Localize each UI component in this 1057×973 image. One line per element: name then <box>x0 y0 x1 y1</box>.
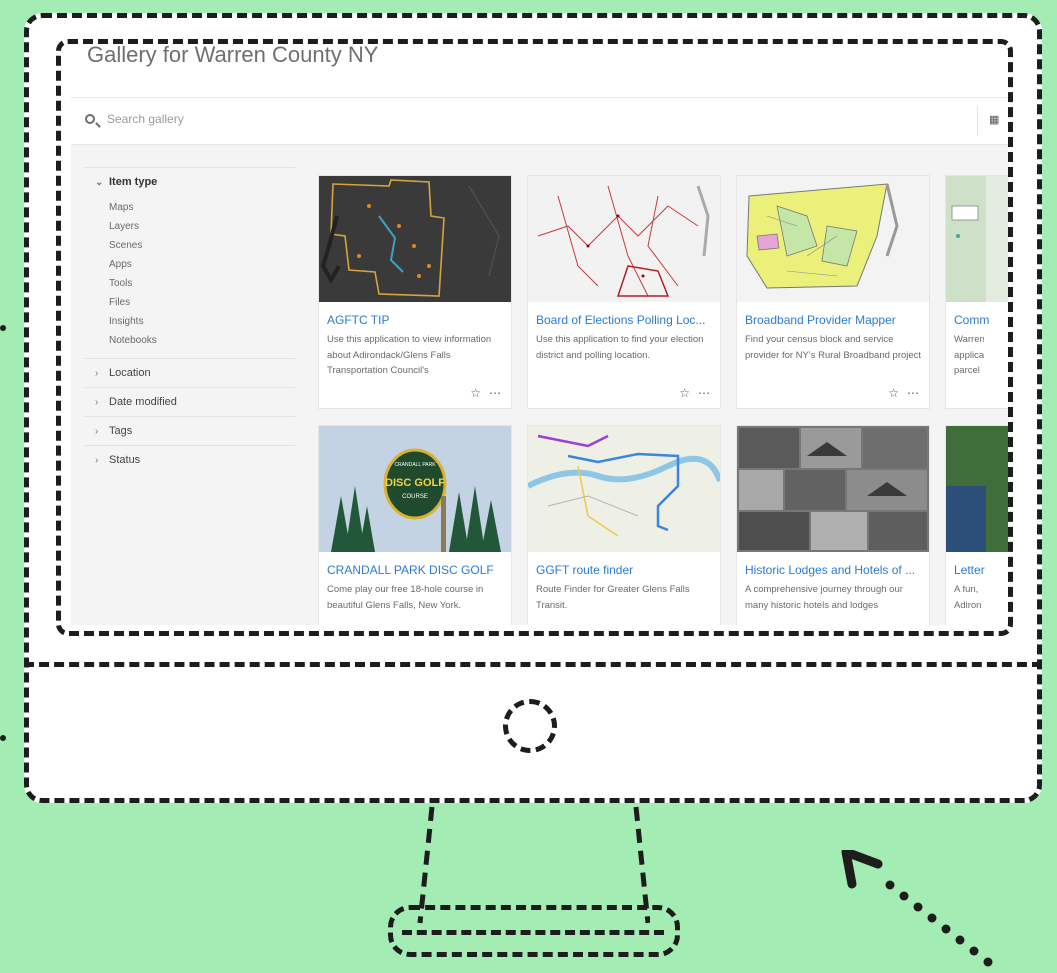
card-thumbnail[interactable]: CRANDALL PARK DISC GOLF COURSE <box>319 426 511 552</box>
card-description: Use this application to view information… <box>327 334 492 376</box>
card-description: Come play our free 18-hole course in bea… <box>327 584 484 611</box>
filter-option-maps[interactable]: Maps <box>109 198 295 217</box>
filter-toggle-date-modified[interactable]: › Date modified <box>85 388 295 416</box>
gallery-content: ⌄ Item type Maps Layers Scenes Apps Tools… <box>71 145 1008 625</box>
card-thumbnail[interactable] <box>737 176 929 302</box>
monitor-screen: Gallery for Warren County NY Search gall… <box>56 39 1013 636</box>
logo-sub-text: COURSE <box>402 494 428 500</box>
gallery-card[interactable]: Historic Lodges and Hotels of ... A comp… <box>737 426 929 625</box>
card-title[interactable]: Historic Lodges and Hotels of ... <box>745 563 923 577</box>
card-thumbnail[interactable] <box>319 176 511 302</box>
gallery-card[interactable]: Broadband Provider Mapper Find your cens… <box>737 176 929 408</box>
historic-photos-thumbnail <box>737 426 929 552</box>
chevron-right-icon: › <box>95 397 99 408</box>
card-title[interactable]: GGFT route finder <box>536 563 714 577</box>
filter-option-insights[interactable]: Insights <box>109 312 295 331</box>
chevron-right-icon: › <box>95 455 99 466</box>
more-options-icon[interactable]: ⋯ <box>489 386 501 400</box>
gallery-card[interactable]: Comm Warren applica parcel <box>946 176 1008 408</box>
decorative-dot <box>0 325 6 331</box>
dark-map-thumbnail <box>319 176 511 302</box>
polling-map-thumbnail <box>528 176 720 302</box>
chevron-right-icon: › <box>95 426 99 437</box>
card-description: A comprehensive journey through our many… <box>745 584 903 611</box>
filter-label: Location <box>109 367 151 379</box>
photo-thumbnail <box>946 426 1008 552</box>
search-icon <box>85 114 95 124</box>
card-thumbnail[interactable] <box>737 426 929 552</box>
logo-main-text: DISC GOLF <box>385 477 445 489</box>
filter-label: Status <box>109 454 141 466</box>
disc-golf-thumbnail: CRANDALL PARK DISC GOLF COURSE <box>319 426 511 552</box>
search-input[interactable]: Search gallery <box>107 112 184 126</box>
gallery-card[interactable]: AGFTC TIP Use this application to view i… <box>319 176 511 408</box>
filter-label: Date modified <box>109 396 177 408</box>
card-description: Warren applica parcel <box>954 334 984 376</box>
divider <box>977 106 978 136</box>
filter-option-notebooks[interactable]: Notebooks <box>109 331 295 350</box>
card-description: Find your census block and service provi… <box>745 334 922 361</box>
decorative-dot <box>0 735 6 741</box>
filter-label: Tags <box>109 425 133 437</box>
card-thumbnail[interactable] <box>528 176 720 302</box>
card-thumbnail[interactable] <box>528 426 720 552</box>
gallery-card[interactable]: Letter A fun, Adiron <box>946 426 1008 625</box>
star-icon[interactable]: ☆ <box>679 386 690 400</box>
grid-view-icon[interactable]: ▦ <box>989 114 1001 126</box>
card-title[interactable]: Letter <box>954 563 1008 577</box>
more-options-icon[interactable]: ⋯ <box>907 386 919 400</box>
parcel-map-thumbnail <box>946 176 1008 302</box>
card-thumbnail[interactable] <box>946 176 1008 302</box>
filter-option-files[interactable]: Files <box>109 293 295 312</box>
filter-label: Item type <box>109 176 158 188</box>
gallery-card[interactable]: Board of Elections Polling Loc... Use th… <box>528 176 720 408</box>
monitor-foot-line <box>402 930 664 935</box>
filter-toggle-status[interactable]: › Status <box>85 446 295 474</box>
card-thumbnail[interactable] <box>946 426 1008 552</box>
gallery-card[interactable]: GGFT route finder Route Finder for Great… <box>528 426 720 625</box>
logo-top-text: CRANDALL PARK <box>394 462 436 468</box>
star-icon[interactable]: ☆ <box>470 386 481 400</box>
route-map-thumbnail <box>528 426 720 552</box>
card-title[interactable]: Broadband Provider Mapper <box>745 313 923 327</box>
filter-option-layers[interactable]: Layers <box>109 217 295 236</box>
gallery-card[interactable]: CRANDALL PARK DISC GOLF COURSE CRANDALL … <box>319 426 511 625</box>
page-title: Gallery for Warren County NY <box>87 42 379 67</box>
card-title[interactable]: Comm <box>954 313 1008 327</box>
card-description: Route Finder for Greater Glens Falls Tra… <box>536 584 690 611</box>
chevron-right-icon: › <box>95 368 99 379</box>
more-options-icon[interactable]: ⋯ <box>698 386 710 400</box>
filter-option-tools[interactable]: Tools <box>109 274 295 293</box>
card-description: Use this application to find your electi… <box>536 334 704 361</box>
dotted-arrow-icon <box>841 850 993 967</box>
filter-item-type: ⌄ Item type Maps Layers Scenes Apps Tools… <box>85 167 295 358</box>
monitor-camera-icon <box>503 699 557 753</box>
search-bar[interactable]: Search gallery ▦ <box>71 97 1008 145</box>
broadband-map-thumbnail <box>737 176 929 302</box>
filter-option-scenes[interactable]: Scenes <box>109 236 295 255</box>
filter-option-apps[interactable]: Apps <box>109 255 295 274</box>
chevron-down-icon: ⌄ <box>95 177 104 188</box>
monitor-bezel-line <box>24 662 1042 667</box>
star-icon[interactable]: ☆ <box>888 386 899 400</box>
filter-toggle-location[interactable]: › Location <box>85 359 295 387</box>
card-title[interactable]: AGFTC TIP <box>327 313 505 327</box>
filter-panel: ⌄ Item type Maps Layers Scenes Apps Tools… <box>85 167 295 474</box>
filter-toggle-tags[interactable]: › Tags <box>85 417 295 445</box>
card-title[interactable]: CRANDALL PARK DISC GOLF <box>327 563 505 577</box>
card-description: A fun, Adiron <box>954 584 982 611</box>
filter-toggle-item-type[interactable]: ⌄ Item type <box>85 168 295 196</box>
card-title[interactable]: Board of Elections Polling Loc... <box>536 313 714 327</box>
